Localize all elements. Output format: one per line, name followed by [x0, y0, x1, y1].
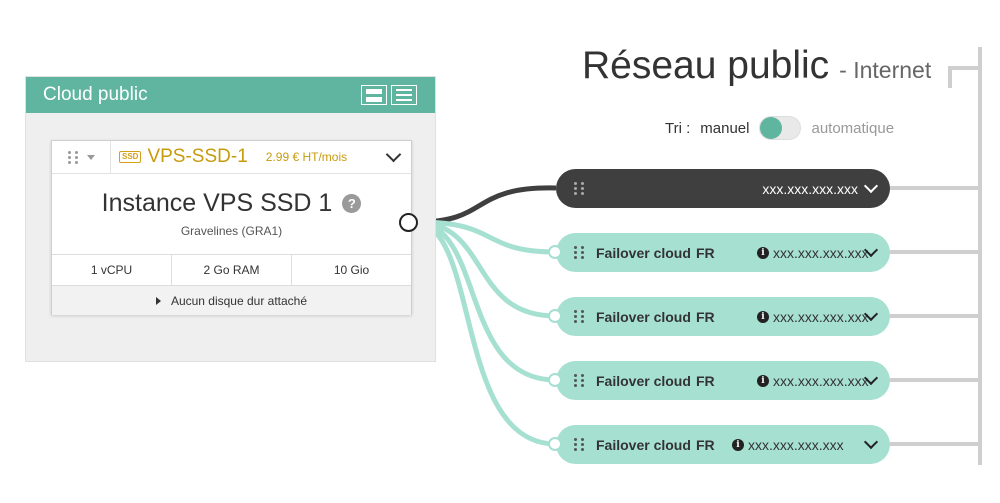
- compact-view-button[interactable]: [361, 85, 387, 105]
- sort-automatic-label[interactable]: automatique: [811, 120, 894, 137]
- grip-icon[interactable]: [574, 246, 585, 259]
- instance-name: Instance VPS SSD 1: [101, 189, 333, 217]
- attached-disks-toggle[interactable]: Aucun disque dur attaché: [52, 286, 411, 315]
- info-icon[interactable]: i: [732, 438, 744, 451]
- ssd-icon: SSD: [119, 151, 142, 163]
- sort-label: Tri :: [665, 119, 691, 137]
- grip-icon[interactable]: [574, 182, 585, 195]
- grip-icon: [67, 150, 79, 164]
- cloud-public-header: Cloud public: [26, 77, 435, 113]
- public-connection-line: [417, 185, 557, 225]
- failover-connection-line: [417, 219, 557, 319]
- failover-connection-line: [417, 219, 557, 255]
- failover-ip-pill[interactable]: Failover cloud FR i xxx.xxx.xxx.xxx: [548, 425, 890, 464]
- failover-port[interactable]: [548, 373, 562, 387]
- network-title-sub: - Internet: [839, 57, 932, 83]
- caret-right-icon: [155, 296, 161, 305]
- failover-ip-value: xxx.xxx.xxx.xxx: [773, 308, 869, 325]
- failover-ip: i xxx.xxx.xxx.xxx: [757, 373, 869, 389]
- drag-handle[interactable]: [52, 141, 111, 173]
- instance-title-row: Instance VPS SSD 1 ?: [52, 174, 411, 218]
- spec-ram: 2 Go RAM: [172, 255, 292, 285]
- list-view-button[interactable]: [391, 85, 417, 105]
- failover-name: Failover cloud: [596, 244, 691, 261]
- sort-toggle[interactable]: [759, 116, 802, 140]
- public-ip-pill[interactable]: xxx.xxx.xxx.xxx: [556, 169, 890, 208]
- view-toggle: [361, 85, 417, 105]
- instance-card: SSD VPS-SSD-1 2.99 € HT/mois Instance VP…: [51, 140, 412, 315]
- chevron-down-icon[interactable]: [863, 434, 879, 450]
- attached-disks-label: Aucun disque dur attaché: [170, 293, 308, 308]
- instance-specs: 1 vCPU 2 Go RAM 10 Gio: [52, 254, 411, 286]
- help-icon[interactable]: ?: [342, 194, 362, 213]
- rail-stub: [890, 442, 980, 446]
- failover-name: Failover cloud: [596, 308, 691, 325]
- sort-row: Tri : manuel automatique: [665, 116, 894, 140]
- failover-ip-pill[interactable]: Failover cloud FR i xxx.xxx.xxx.xxx: [548, 297, 890, 336]
- instance-location: Gravelines (GRA1): [180, 224, 283, 238]
- public-ip-value: xxx.xxx.xxx.xxx: [762, 180, 858, 197]
- network-rail: [978, 47, 982, 465]
- rail-stub: [890, 250, 980, 254]
- failover-ip: i xxx.xxx.xxx.xxx: [732, 437, 844, 453]
- grip-icon[interactable]: [574, 438, 585, 451]
- toggle-knob: [760, 117, 783, 139]
- failover-ip-value: xxx.xxx.xxx.xxx: [748, 436, 844, 453]
- spec-vcpu: 1 vCPU: [52, 255, 172, 285]
- network-title: Réseau public - Internet: [582, 44, 931, 88]
- failover-ip-value: xxx.xxx.xxx.xxx: [773, 244, 869, 261]
- failover-ip: i xxx.xxx.xxx.xxx: [757, 245, 869, 261]
- sort-manual-label[interactable]: manuel: [700, 120, 749, 137]
- failover-country: FR: [696, 372, 715, 389]
- failover-ip-pill[interactable]: Failover cloud FR i xxx.xxx.xxx.xxx: [548, 361, 890, 400]
- chevron-down-icon[interactable]: [863, 178, 879, 194]
- instance-card-body: Instance VPS SSD 1 ? Gravelines (GRA1): [52, 174, 411, 254]
- failover-port[interactable]: [548, 245, 562, 259]
- info-icon[interactable]: i: [757, 374, 769, 387]
- flavor-name: VPS-SSD-1: [147, 146, 248, 167]
- failover-country: FR: [696, 308, 715, 325]
- flavor-price: 2.99 € HT/mois: [265, 150, 348, 164]
- grip-icon[interactable]: [574, 310, 585, 323]
- failover-connection-line: [417, 219, 557, 383]
- caret-down-icon: [86, 154, 95, 160]
- cloud-public-panel: Cloud public SSD VPS-SSD-1 2.99 € HT/moi…: [25, 76, 436, 362]
- spec-storage: 10 Gio: [333, 263, 370, 277]
- instance-network-port[interactable]: [399, 213, 418, 232]
- network-rail-top: [948, 66, 982, 70]
- failover-name: Failover cloud: [596, 436, 691, 453]
- instance-card-header: SSD VPS-SSD-1 2.99 € HT/mois: [52, 141, 411, 174]
- info-icon[interactable]: i: [757, 310, 769, 323]
- failover-connection-line: [417, 219, 557, 447]
- failover-port[interactable]: [548, 309, 562, 323]
- failover-name: Failover cloud: [596, 372, 691, 389]
- rail-stub: [890, 186, 980, 190]
- failover-port[interactable]: [548, 437, 562, 451]
- rail-stub: [890, 378, 980, 382]
- failover-ip: i xxx.xxx.xxx.xxx: [757, 309, 869, 325]
- grip-icon[interactable]: [574, 374, 585, 387]
- failover-ip-pill[interactable]: Failover cloud FR i xxx.xxx.xxx.xxx: [548, 233, 890, 272]
- failover-country: FR: [696, 436, 715, 453]
- info-icon[interactable]: i: [757, 246, 769, 259]
- chevron-down-icon[interactable]: [385, 146, 402, 163]
- network-rail-top-tick: [948, 66, 952, 88]
- network-title-main: Réseau public: [582, 44, 830, 87]
- cloud-public-title: Cloud public: [43, 84, 148, 105]
- failover-country: FR: [696, 244, 715, 261]
- rail-stub: [890, 314, 980, 318]
- failover-ip-value: xxx.xxx.xxx.xxx: [773, 372, 869, 389]
